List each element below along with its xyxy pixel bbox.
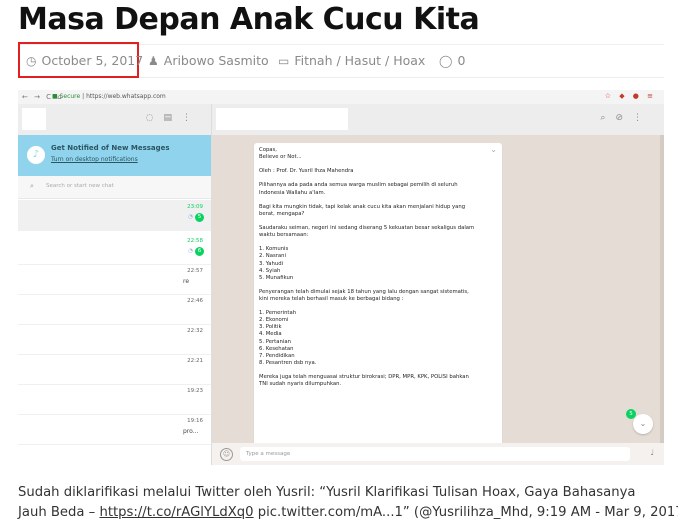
notification-banner[interactable]: ♪ Get Notified of New Messages Turn on d… <box>18 135 211 176</box>
chat-row[interactable]: 22:21 <box>18 354 211 385</box>
chat-list-header-icons: ◌▤⋮ <box>146 113 201 123</box>
body-line-2-pre: Jauh Beda – <box>18 505 100 520</box>
chat-row[interactable]: 19:16 pro... <box>18 414 211 445</box>
post-date-text: October 5, 2017 <box>41 53 144 68</box>
status-icon: ◌ <box>145 113 164 123</box>
post-meta: ◷ October 5, 2017 ♟ Aribowo Sasmito ▭ Fitna… <box>18 42 664 78</box>
chat-row[interactable]: 22:46 <box>18 294 211 325</box>
chat-list-pane: ◌▤⋮ ♪ Get Notified of New Messages Turn … <box>18 104 212 465</box>
search-icon: ⌕ <box>30 182 34 190</box>
url-text: | https://web.whatsapp.com <box>82 93 166 100</box>
message-text: Copas, Believe or Not... Oleh : Prof. Dr… <box>259 147 475 388</box>
search-placeholder: Search or start new chat <box>46 183 114 189</box>
chat-time: 22:57 <box>187 268 203 274</box>
post-comments-count: 0 <box>457 53 466 68</box>
whatsapp-screenshot: ← → C ⌂ ■ Secure | https://web.whatsapp.… <box>18 90 664 465</box>
notification-title: Get Notified of New Messages <box>51 144 170 152</box>
article-body: Sudah diklarifikasi melalui Twitter oleh… <box>18 483 678 523</box>
body-line-2: Jauh Beda – https://t.co/rAGlYLdXq0 pic.… <box>18 503 678 523</box>
chat-row[interactable]: 22:57 re <box>18 264 211 295</box>
chat-row[interactable]: 22:58 6 ◔ <box>18 234 211 265</box>
menu-icon: ⋮ <box>182 113 201 123</box>
bell-icon: ♪ <box>27 146 45 164</box>
folder-icon: ▭ <box>278 54 290 68</box>
attach-icon: ⊘ <box>615 113 633 123</box>
menu-icon: ⋮ <box>633 113 652 123</box>
secure-label: ■ Secure <box>52 93 81 100</box>
chat-row[interactable]: 23:09 5 ◔ <box>18 200 211 231</box>
chat-row[interactable]: 19:23 <box>18 384 211 415</box>
notification-link: Turn on desktop notifications <box>51 156 138 163</box>
conversation-header-icons: ⌕⊘⋮ <box>600 113 652 123</box>
body-line-1: Sudah diklarifikasi melalui Twitter oleh… <box>18 485 636 500</box>
post-author-text: Aribowo Sasmito <box>163 53 269 68</box>
conversation-pane: ⌕⊘⋮ ⌄ Copas, Believe or Not... Oleh : Pr… <box>212 104 664 465</box>
message-input[interactable]: Type a message <box>240 447 630 461</box>
avatar <box>22 108 46 130</box>
comment-icon: ◯ <box>439 54 453 68</box>
chat-time: 22:21 <box>187 358 203 364</box>
chat-row[interactable]: 22:32 <box>18 324 211 355</box>
chat-list-header: ◌▤⋮ <box>18 104 211 135</box>
chat-unread-badge: 6 <box>195 247 204 256</box>
chat-unread-badge: 5 <box>195 213 204 222</box>
browser-extension-icons: ☆ ◆ ● ≡ <box>604 92 656 100</box>
message-composer: ☺ Type a message ♩ <box>212 443 664 465</box>
mic-icon[interactable]: ♩ <box>650 448 654 457</box>
mute-icon: ◔ <box>188 248 193 254</box>
chat-time: 22:58 <box>187 238 203 244</box>
mute-icon: ◔ <box>188 214 193 220</box>
body-line-2-post: pic.twitter.com/mA...1” (@Yusrilihza_Mhd… <box>253 505 678 520</box>
chevron-down-icon[interactable]: ⌄ <box>490 145 497 154</box>
chat-time: 22:46 <box>187 298 203 304</box>
unread-badge: 5 <box>626 409 636 419</box>
post-category-text: Fitnah / Hasut / Hoax <box>294 53 426 68</box>
post-author[interactable]: ♟ Aribowo Sasmito <box>148 45 269 77</box>
scrollbar[interactable] <box>660 135 664 443</box>
chat-time: 22:32 <box>187 328 203 334</box>
message-bubble: ⌄ Copas, Believe or Not... Oleh : Prof. … <box>254 143 502 449</box>
browser-bar: ← → C ⌂ ■ Secure | https://web.whatsapp.… <box>18 90 664 105</box>
chat-time: 19:16 <box>187 418 203 424</box>
chat-time: 23:09 <box>187 204 203 210</box>
tweet-link[interactable]: https://t.co/rAGlYLdXq0 <box>99 505 253 520</box>
contact-info[interactable] <box>216 108 348 130</box>
clock-icon: ◷ <box>26 54 37 68</box>
post-comments[interactable]: ◯ 0 <box>439 45 465 77</box>
new-chat-icon: ▤ <box>163 113 182 123</box>
scroll-down-button[interactable]: ⌄ <box>633 414 653 434</box>
post-date[interactable]: ◷ October 5, 2017 <box>26 45 143 77</box>
browser-url: ■ Secure | https://web.whatsapp.com <box>52 92 166 102</box>
article-title: Masa Depan Anak Cucu Kita <box>18 2 480 37</box>
conversation-header: ⌕⊘⋮ <box>212 104 664 135</box>
search-icon: ⌕ <box>600 113 616 123</box>
chat-search[interactable]: ⌕ Search or start new chat <box>18 176 211 199</box>
message-placeholder: Type a message <box>246 451 291 457</box>
emoji-icon[interactable]: ☺ <box>220 448 233 461</box>
chat-time: 19:23 <box>187 388 203 394</box>
chat-preview: re <box>183 278 190 285</box>
user-icon: ♟ <box>148 54 159 68</box>
chat-preview: pro... <box>183 428 199 435</box>
post-category[interactable]: ▭ Fitnah / Hasut / Hoax <box>278 45 425 77</box>
